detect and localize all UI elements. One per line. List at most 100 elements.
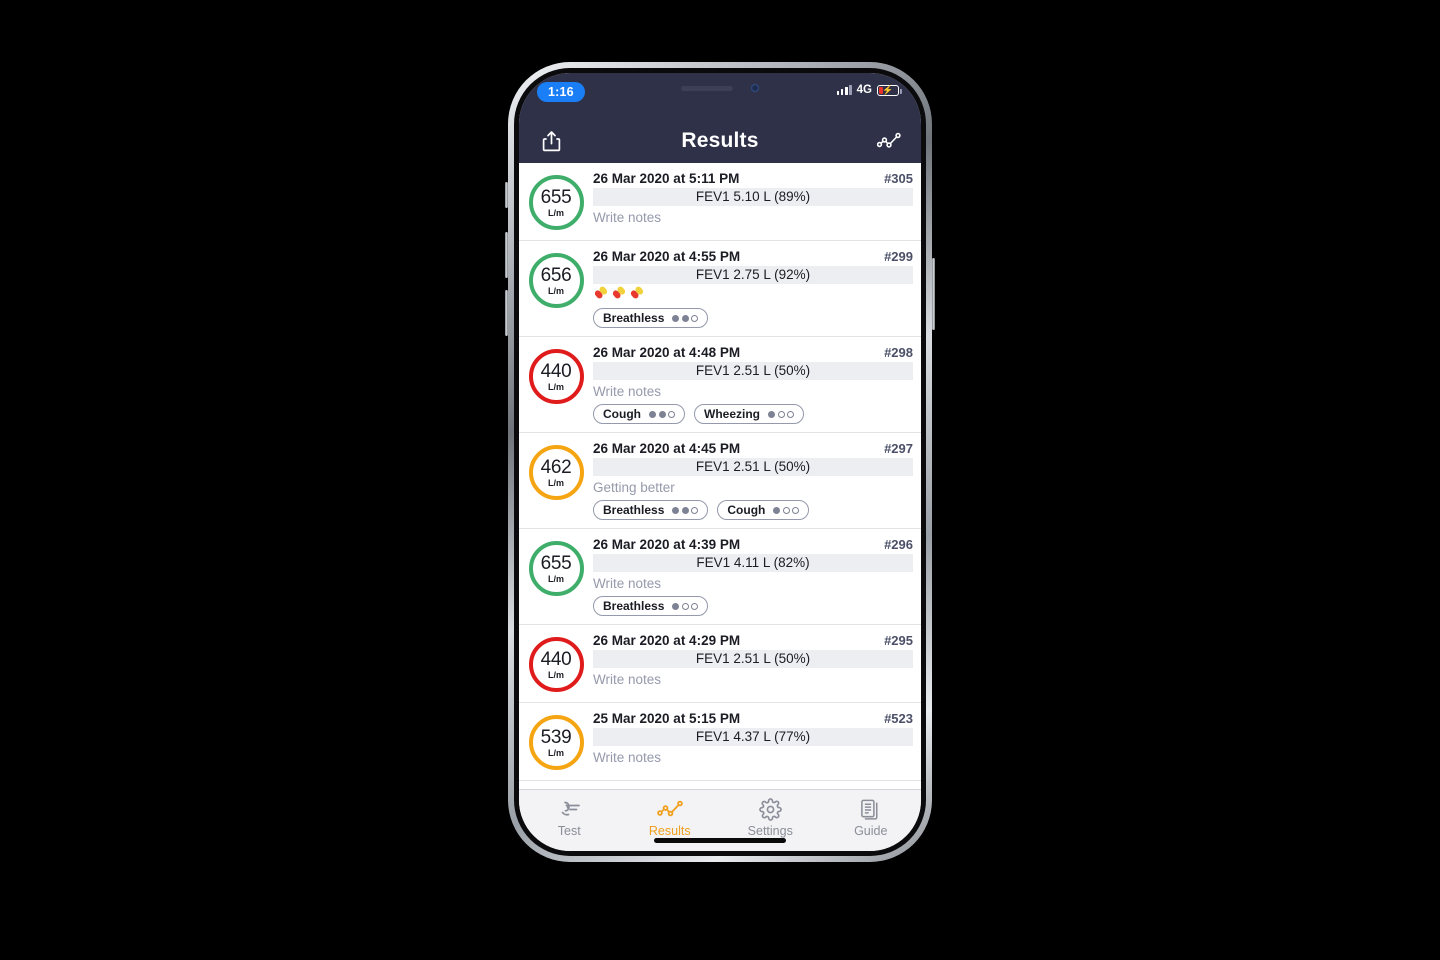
symptom-tag-label: Cough <box>603 407 641 421</box>
notes-placeholder[interactable]: Write notes <box>593 576 913 591</box>
peak-flow-unit: L/m <box>547 207 564 218</box>
result-row[interactable]: 655 L/m 26 Mar 2020 at 5:11 PM #305 FEV1 5.1… <box>519 163 921 241</box>
result-row[interactable]: 440 L/m 26 Mar 2020 at 4:48 PM #298 FEV1 2.5… <box>519 337 921 433</box>
tab-test[interactable]: Test <box>519 797 620 838</box>
symptom-tag-list: Breathless <box>593 308 913 328</box>
notes-text[interactable]: Getting better <box>593 480 913 495</box>
home-indicator[interactable] <box>654 838 786 843</box>
severity-dot <box>658 410 666 418</box>
gear-icon <box>758 797 782 821</box>
phone-screen: 1:16 4G ⚡ Results 655 L/m 26 Mar 2020 at… <box>519 73 921 851</box>
notes-placeholder[interactable]: Write notes <box>593 210 913 225</box>
symptom-tag[interactable]: Cough <box>593 404 685 424</box>
page-title: Results <box>681 129 759 152</box>
peak-flow-gauge: 656 L/m <box>528 253 584 308</box>
peak-flow-value: 655 <box>540 552 572 574</box>
status-time-indicator[interactable]: 1:16 <box>537 82 585 102</box>
tab-settings[interactable]: Settings <box>720 797 821 838</box>
signal-bars-icon <box>836 85 852 95</box>
result-datetime: 26 Mar 2020 at 4:45 PM <box>593 441 741 456</box>
severity-dots <box>672 314 699 322</box>
severity-dot <box>691 602 699 610</box>
result-datetime: 26 Mar 2020 at 4:29 PM <box>593 633 741 648</box>
result-row-body: 25 Mar 2020 at 5:15 PM #523 FEV1 4.37 L (7… <box>593 711 913 765</box>
volume-down-button[interactable] <box>505 290 508 336</box>
result-row-header: 26 Mar 2020 at 4:29 PM #295 <box>593 633 913 648</box>
tab-results[interactable]: Results <box>620 797 721 838</box>
result-row[interactable]: 440 L/m 26 Mar 2020 at 4:29 PM #295 FEV1 2.5… <box>519 625 921 703</box>
charging-bolt-icon: ⚡ <box>882 84 894 95</box>
symptom-tag-label: Breathless <box>603 311 665 325</box>
severity-dots <box>672 602 699 610</box>
phone-bezel: 1:16 4G ⚡ Results 655 L/m 26 Mar 2020 at… <box>514 68 926 856</box>
symptom-tag[interactable]: Breathless <box>593 500 709 520</box>
blow-test-icon <box>556 797 582 821</box>
medication-list[interactable] <box>593 285 913 305</box>
pill-capsule-icon <box>629 285 645 305</box>
mute-switch[interactable] <box>505 182 508 208</box>
result-row[interactable]: 655 L/m 26 Mar 2020 at 4:39 PM #296 FEV1 4.1… <box>519 529 921 625</box>
symptom-tag[interactable]: Cough <box>717 500 810 520</box>
severity-dot <box>691 314 699 322</box>
result-id: #297 <box>884 441 913 456</box>
notes-placeholder[interactable]: Write notes <box>593 750 913 765</box>
peak-flow-value: 462 <box>540 456 572 478</box>
results-list[interactable]: 655 L/m 26 Mar 2020 at 5:11 PM #305 FEV1 5.1… <box>519 163 921 789</box>
fev1-reading: FEV1 2.75 L (92%) <box>593 266 913 284</box>
notes-placeholder[interactable]: Write notes <box>593 672 913 687</box>
tab-label: Test <box>557 824 581 838</box>
symptom-tag[interactable]: Breathless <box>593 308 709 328</box>
tab-guide[interactable]: Guide <box>821 797 922 838</box>
documents-icon <box>860 797 882 821</box>
result-row[interactable]: 535L/m25 Mar 2020 at 5:15 PM#516FEV1 7.3… <box>519 781 921 789</box>
symptom-tag-list: Breathless <box>593 596 913 616</box>
result-id: #298 <box>884 345 913 360</box>
peak-flow-value: 440 <box>540 648 572 670</box>
result-row[interactable]: 539 L/m 25 Mar 2020 at 5:15 PM #523 FEV1 4.3… <box>519 703 921 781</box>
tab-label: Guide <box>854 824 888 838</box>
result-row-body: 26 Mar 2020 at 4:39 PM #296 FEV1 4.11 L (8… <box>593 537 913 616</box>
severity-dot <box>782 506 790 514</box>
peak-flow-gauge-wrap: 656 L/m <box>519 249 593 308</box>
pill-capsule-icon <box>611 285 627 305</box>
front-camera <box>751 84 759 92</box>
peak-flow-gauge: 440 L/m <box>528 637 584 692</box>
symptom-tag-label: Breathless <box>603 503 665 517</box>
power-button[interactable] <box>932 258 935 330</box>
result-row[interactable]: 656 L/m 26 Mar 2020 at 4:55 PM #299 FEV1 2.7… <box>519 241 921 337</box>
screenshot-canvas: 1:16 4G ⚡ Results 655 L/m 26 Mar 2020 at… <box>0 0 1440 960</box>
fev1-reading: FEV1 4.11 L (82%) <box>593 554 913 572</box>
device-notch <box>635 73 805 103</box>
peak-flow-gauge: 655 L/m <box>528 175 584 230</box>
result-row-header: 25 Mar 2020 at 5:15 PM #523 <box>593 711 913 726</box>
result-row-body: 26 Mar 2020 at 4:29 PM #295 FEV1 2.51 L (5… <box>593 633 913 687</box>
severity-dots <box>672 506 699 514</box>
result-row-body: 26 Mar 2020 at 4:48 PM #298 FEV1 2.51 L (5… <box>593 345 913 424</box>
severity-dot <box>649 410 656 418</box>
severity-dot <box>681 506 689 514</box>
share-icon[interactable] <box>537 127 565 155</box>
peak-flow-gauge-wrap: 462 L/m <box>519 441 593 500</box>
severity-dot <box>668 410 675 418</box>
tab-label: Results <box>648 824 691 838</box>
result-id: #295 <box>884 633 913 648</box>
result-row-header: 26 Mar 2020 at 4:45 PM #297 <box>593 441 913 456</box>
navigation-bar: Results <box>519 119 921 163</box>
peak-flow-value: 440 <box>540 360 572 382</box>
battery-charging-icon: ⚡ <box>877 84 902 96</box>
notes-placeholder[interactable]: Write notes <box>593 384 913 399</box>
symptom-tag[interactable]: Wheezing <box>694 404 804 424</box>
trend-chart-icon[interactable] <box>875 127 903 155</box>
severity-dot <box>777 410 785 418</box>
peak-flow-unit: L/m <box>547 285 564 296</box>
result-row-header: 26 Mar 2020 at 5:11 PM #305 <box>593 171 913 186</box>
peak-flow-value: 539 <box>540 726 572 748</box>
volume-up-button[interactable] <box>505 232 508 278</box>
peak-flow-value: 655 <box>540 186 572 208</box>
peak-flow-gauge: 440 L/m <box>528 349 584 404</box>
severity-dot <box>672 314 680 322</box>
result-row[interactable]: 462 L/m 26 Mar 2020 at 4:45 PM #297 FEV1 2.5… <box>519 433 921 529</box>
symptom-tag[interactable]: Breathless <box>593 596 709 616</box>
fev1-reading: FEV1 2.51 L (50%) <box>593 362 913 380</box>
result-id: #296 <box>884 537 913 552</box>
